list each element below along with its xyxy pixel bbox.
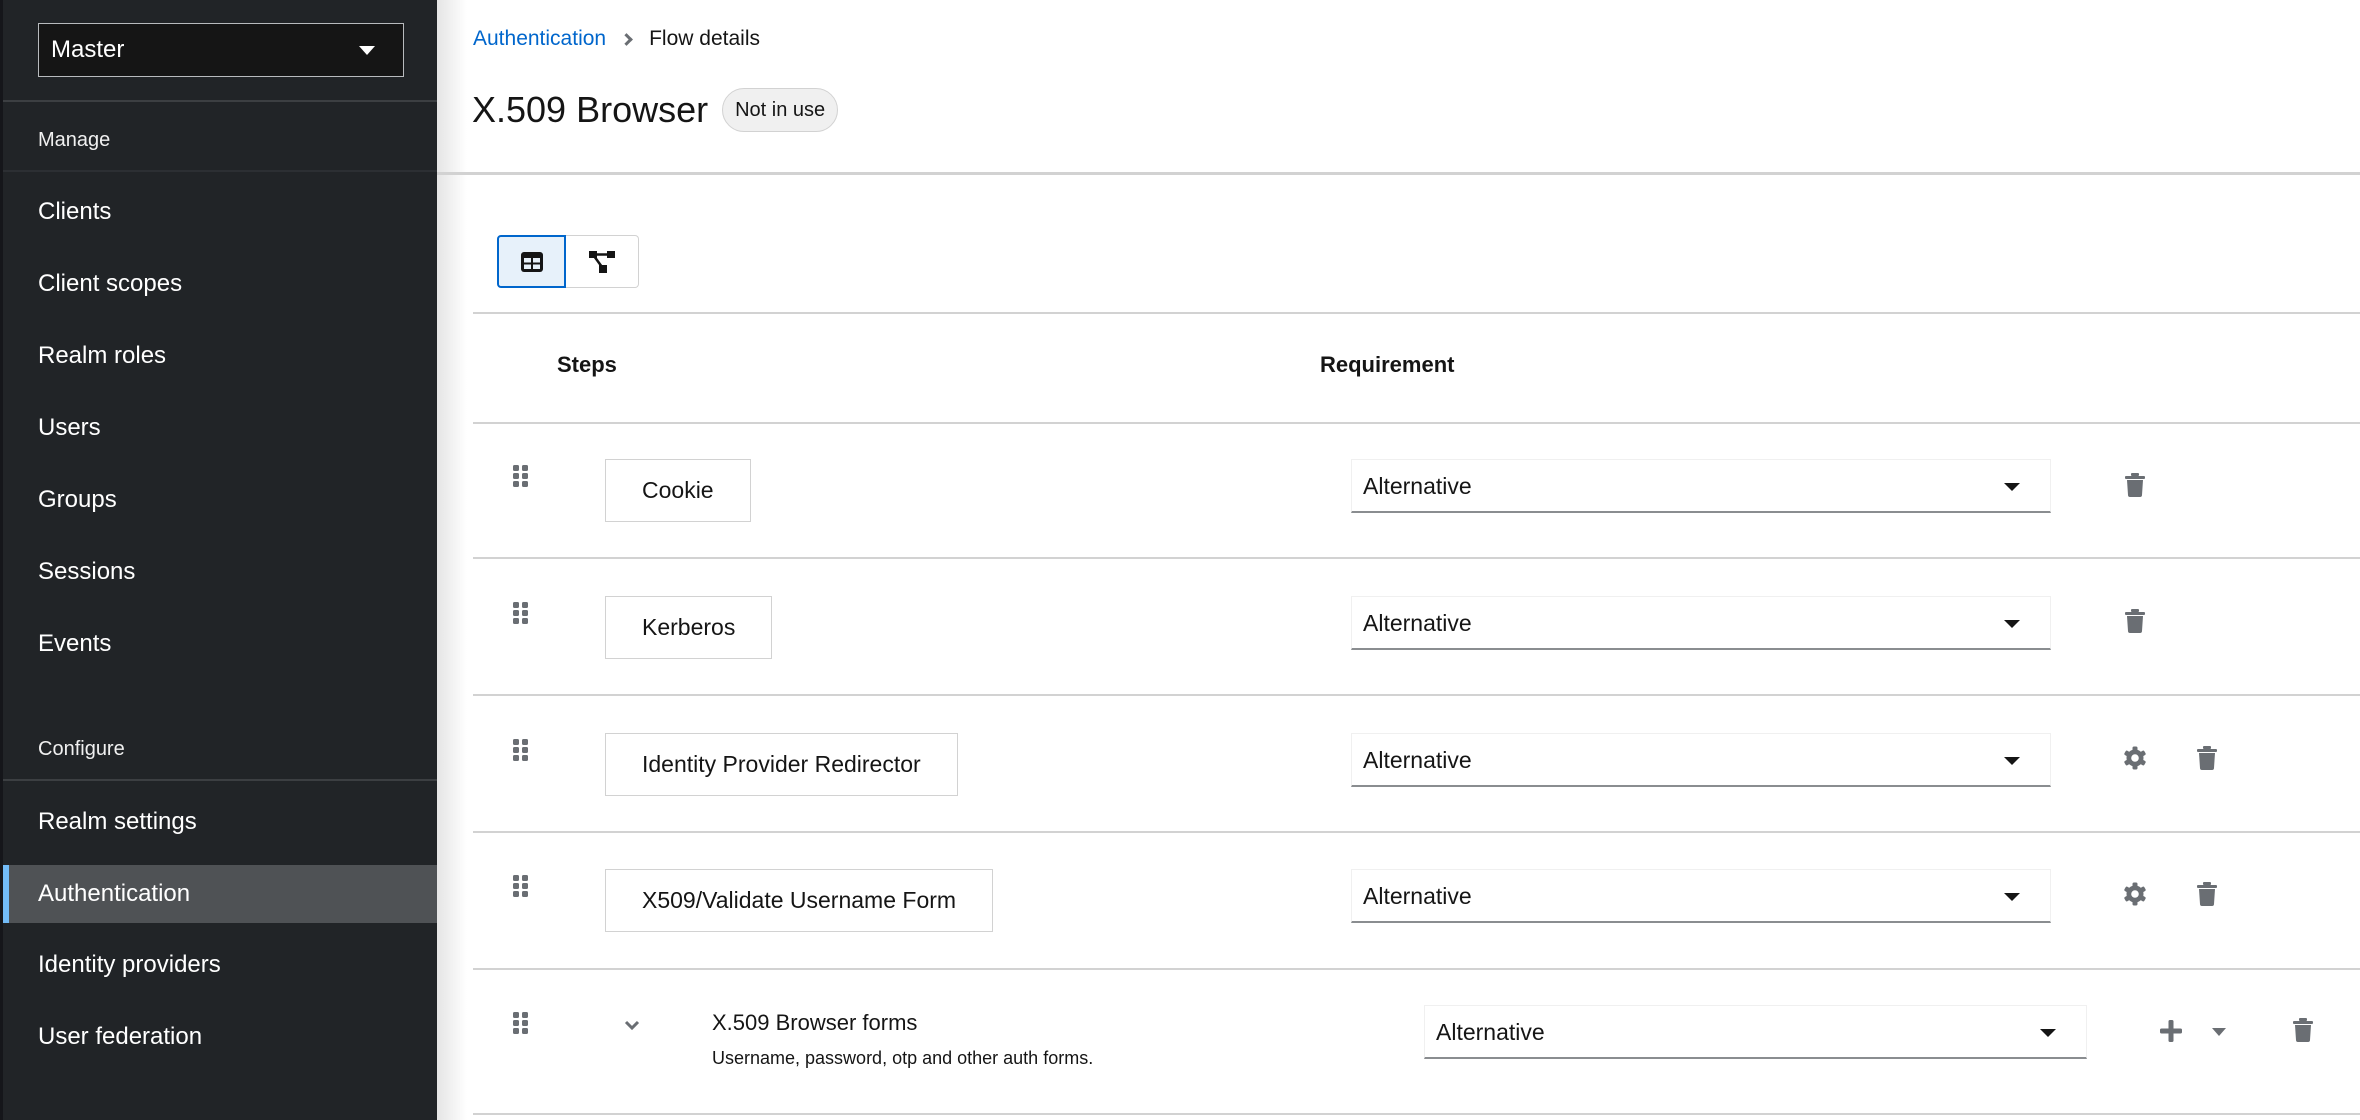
table-view-toggle[interactable]	[497, 235, 566, 288]
diagram-view-toggle[interactable]	[565, 235, 639, 288]
sidebar-item-users[interactable]: Users	[3, 399, 437, 457]
toolbar-divider	[473, 312, 2360, 314]
realm-selector[interactable]: Master	[38, 23, 404, 77]
sidebar-divider	[3, 779, 437, 781]
requirement-value: Alternative	[1363, 747, 1472, 773]
trash-icon	[2125, 609, 2145, 633]
row-divider	[473, 694, 2360, 696]
sidebar-item-identity-providers[interactable]: Identity providers	[3, 936, 437, 994]
requirement-select[interactable]: Alternative	[1351, 733, 2051, 787]
row-divider	[473, 557, 2360, 559]
chevron-right-icon	[620, 32, 633, 46]
sidebar-item-clients[interactable]: Clients	[3, 183, 437, 241]
delete-button[interactable]	[2117, 603, 2153, 639]
sidebar-item-events[interactable]: Events	[3, 615, 437, 673]
sidebar-shadow	[437, 0, 467, 1120]
sidebar-item-label: Users	[38, 414, 101, 441]
settings-button[interactable]	[2117, 740, 2153, 776]
row-divider	[473, 968, 2360, 970]
sidebar-item-realm-roles[interactable]: Realm roles	[3, 327, 437, 385]
requirement-value: Alternative	[1436, 1019, 1545, 1045]
drag-handle-icon[interactable]	[513, 602, 529, 624]
step-name: Cookie	[605, 459, 751, 522]
plus-icon	[2160, 1020, 2182, 1042]
sidebar-divider	[3, 100, 437, 102]
add-menu-toggle[interactable]	[2201, 1014, 2237, 1050]
gear-icon	[2124, 882, 2146, 906]
sidebar-item-user-federation[interactable]: User federation	[3, 1008, 437, 1066]
sidebar-item-realm-settings[interactable]: Realm settings	[3, 793, 437, 851]
drag-handle-icon[interactable]	[513, 465, 529, 487]
chevron-down-icon	[624, 1020, 640, 1031]
caret-down-icon	[2004, 757, 2020, 765]
sidebar-item-label: Identity providers	[38, 951, 221, 978]
sidebar-item-client-scopes[interactable]: Client scopes	[3, 255, 437, 313]
table-icon	[520, 251, 543, 272]
sidebar-divider	[3, 170, 437, 172]
trash-icon	[2293, 1018, 2313, 1042]
breadcrumb-current: Flow details	[649, 27, 760, 50]
settings-button[interactable]	[2117, 876, 2153, 912]
subflow-name: X.509 Browser forms	[712, 1010, 918, 1035]
sidebar-item-groups[interactable]: Groups	[3, 471, 437, 529]
sidebar-section-manage: Manage	[38, 129, 111, 151]
gear-icon	[2124, 746, 2146, 770]
caret-down-icon	[2212, 1028, 2226, 1036]
trash-icon	[2197, 882, 2217, 906]
drag-handle-icon[interactable]	[513, 739, 529, 761]
sidebar-item-label: Realm settings	[38, 808, 197, 835]
column-header-requirement: Requirement	[1320, 352, 1455, 377]
caret-down-icon	[2040, 1029, 2056, 1037]
header-row-divider	[473, 422, 2360, 424]
delete-button[interactable]	[2189, 740, 2225, 776]
sidebar-item-label: Clients	[38, 198, 112, 225]
column-header-steps: Steps	[557, 352, 617, 377]
drag-handle-icon[interactable]	[513, 875, 529, 897]
caret-down-icon	[2004, 620, 2020, 628]
requirement-value: Alternative	[1363, 610, 1472, 636]
delete-button[interactable]	[2189, 876, 2225, 912]
topology-icon	[588, 250, 615, 273]
sidebar-item-label: Events	[38, 630, 112, 657]
caret-down-icon	[359, 46, 375, 55]
title-row: X.509 Browser Not in use	[472, 88, 839, 132]
sidebar-item-label: Realm roles	[38, 342, 167, 369]
sidebar-item-label: Sessions	[38, 558, 136, 585]
page-title: X.509 Browser	[472, 89, 709, 130]
sidebar-item-label: User federation	[38, 1023, 203, 1050]
sidebar-item-label: Groups	[38, 486, 117, 513]
sidebar-item-label: Client scopes	[38, 270, 183, 297]
requirement-select[interactable]: Alternative	[1351, 459, 2051, 513]
step-name: X509/Validate Username Form	[605, 869, 994, 932]
caret-down-icon	[2004, 893, 2020, 901]
requirement-value: Alternative	[1363, 883, 1472, 909]
sidebar-item-sessions[interactable]: Sessions	[3, 543, 437, 601]
expand-toggle[interactable]	[622, 1015, 642, 1035]
requirement-select[interactable]: Alternative	[1351, 596, 2051, 650]
caret-down-icon	[2004, 483, 2020, 491]
delete-button[interactable]	[2285, 1012, 2321, 1048]
trash-icon	[2125, 473, 2145, 497]
sidebar-item-authentication[interactable]: Authentication	[3, 865, 437, 923]
delete-button[interactable]	[2117, 467, 2153, 503]
add-step-button[interactable]	[2153, 1013, 2189, 1049]
sidebar: Master Manage Clients Client scopes Real…	[0, 0, 437, 1120]
status-badge: Not in use	[722, 88, 839, 132]
header-divider	[437, 172, 2360, 175]
row-divider	[473, 1113, 2360, 1115]
breadcrumb-authentication-link[interactable]: Authentication	[473, 27, 606, 51]
step-name: Identity Provider Redirector	[605, 733, 958, 796]
realm-selector-value: Master	[51, 36, 125, 63]
requirement-value: Alternative	[1363, 473, 1472, 499]
requirement-select[interactable]: Alternative	[1424, 1005, 2087, 1059]
trash-icon	[2197, 746, 2217, 770]
drag-handle-icon[interactable]	[513, 1012, 529, 1034]
step-name: Kerberos	[605, 596, 773, 659]
sidebar-item-label: Authentication	[38, 880, 191, 907]
subflow-description: Username, password, otp and other auth f…	[712, 1048, 1094, 1068]
sidebar-section-configure: Configure	[38, 738, 125, 760]
row-divider	[473, 831, 2360, 833]
breadcrumb: Authentication Flow details	[473, 27, 760, 51]
requirement-select[interactable]: Alternative	[1351, 869, 2051, 923]
